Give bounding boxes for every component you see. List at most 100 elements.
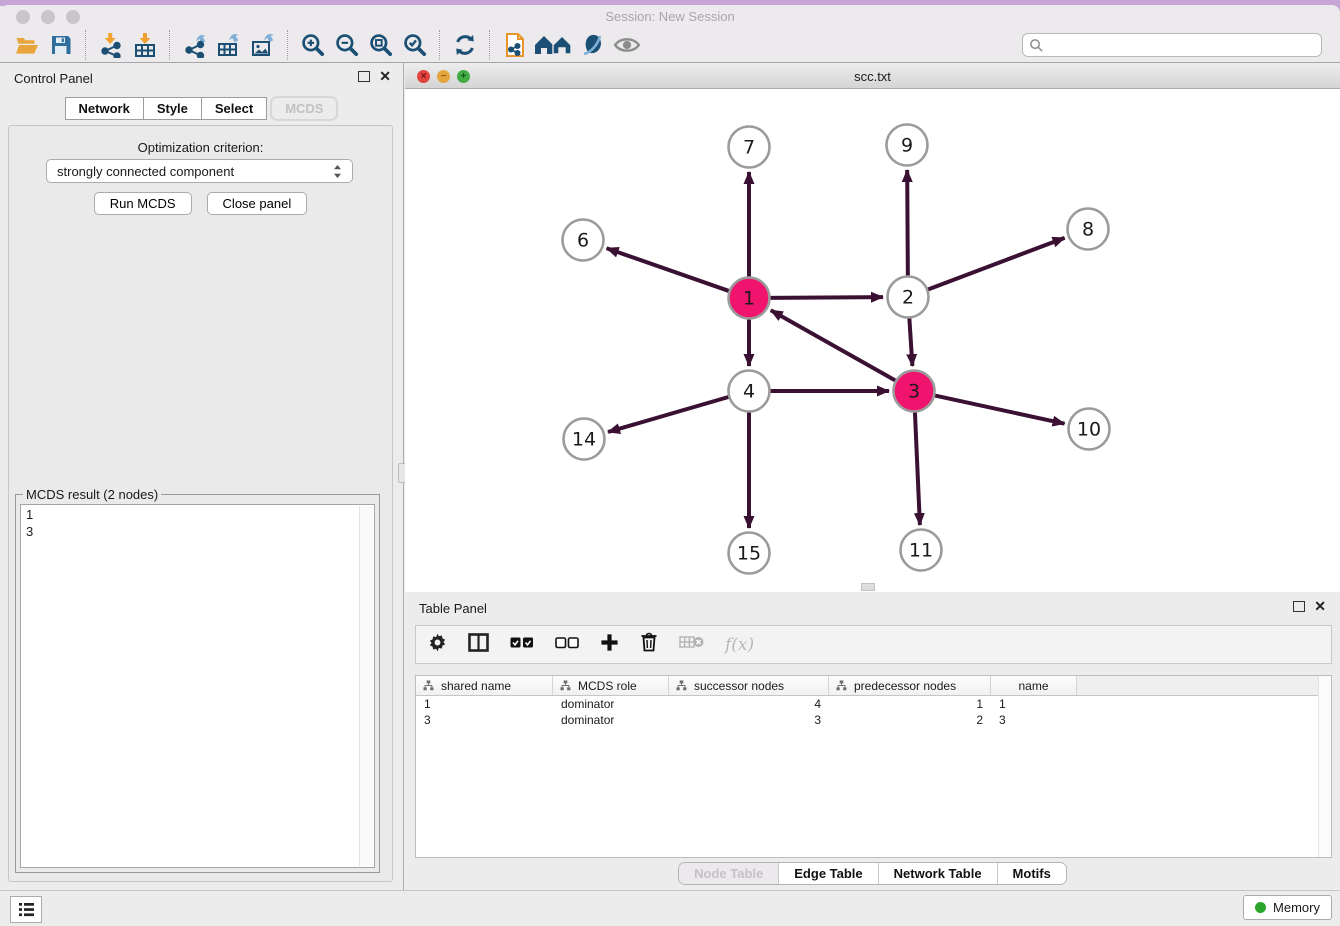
import-network-icon[interactable] — [94, 29, 128, 61]
table-cell[interactable]: 1 — [829, 697, 991, 711]
table-cell[interactable]: 3 — [669, 713, 829, 727]
minimize-window-icon[interactable] — [41, 10, 55, 24]
hide-details-icon[interactable] — [576, 29, 610, 61]
function-builder-icon[interactable]: f(x) — [725, 635, 754, 655]
table-tab-node-table[interactable]: Node Table — [679, 863, 778, 884]
graph-edge-2-8[interactable] — [928, 238, 1065, 290]
run-mcds-button[interactable]: Run MCDS — [94, 192, 192, 215]
zoom-selected-icon[interactable] — [398, 29, 432, 61]
open-file-icon[interactable] — [10, 29, 44, 61]
clone-network-icon[interactable] — [498, 29, 532, 61]
table-tab-motifs[interactable]: Motifs — [997, 863, 1066, 884]
column-header-name[interactable]: name — [991, 676, 1077, 695]
graph-edge-3-10[interactable] — [935, 395, 1065, 423]
svg-text:3: 3 — [908, 381, 920, 403]
graph-node-15[interactable]: 15 — [729, 533, 770, 574]
table-panel: Table Panel ✕ f(x) shared nameMCDS roles… — [405, 597, 1340, 890]
svg-text:2: 2 — [902, 287, 914, 309]
export-image-icon[interactable] — [246, 29, 280, 61]
zoom-window-icon[interactable] — [66, 10, 80, 24]
mcds-result-line: 1 — [26, 506, 369, 523]
close-panel-button[interactable]: Close panel — [207, 192, 308, 215]
select-all-columns-icon[interactable] — [510, 636, 534, 654]
graph-edge-3-11[interactable] — [915, 412, 920, 525]
graph-node-11[interactable]: 11 — [901, 530, 942, 571]
optimization-criterion-select[interactable]: strongly connected component — [46, 159, 353, 183]
graph-node-9[interactable]: 9 — [887, 125, 928, 166]
svg-text:11: 11 — [909, 540, 933, 562]
graph-node-3[interactable]: 3 — [894, 371, 935, 412]
graph-node-1[interactable]: 1 — [729, 278, 770, 319]
table-cell[interactable]: 1 — [991, 697, 1077, 711]
float-panel-icon[interactable] — [358, 71, 370, 82]
close-view-icon[interactable]: × — [417, 70, 430, 83]
float-table-panel-icon[interactable] — [1293, 601, 1305, 612]
maximize-view-icon[interactable]: + — [457, 70, 470, 83]
graph-node-8[interactable]: 8 — [1068, 209, 1109, 250]
control-tab-mcds[interactable]: MCDS — [270, 96, 338, 121]
graph-node-10[interactable]: 10 — [1069, 409, 1110, 450]
column-layout-icon[interactable] — [468, 633, 489, 657]
task-history-button[interactable] — [10, 896, 42, 923]
table-cell[interactable]: 3 — [416, 713, 553, 727]
network-canvas[interactable]: 7 9 6 8 1 2 4 3 14 10 15 11 — [405, 89, 1340, 592]
graph-edge-2-3[interactable] — [909, 318, 912, 366]
save-session-icon[interactable] — [44, 29, 78, 61]
eye-icon[interactable] — [610, 29, 644, 61]
table-cell[interactable]: 2 — [829, 713, 991, 727]
zoom-out-icon[interactable] — [330, 29, 364, 61]
graph-edge-2-9[interactable] — [907, 170, 908, 276]
home-icon[interactable] — [532, 29, 576, 61]
table-cell[interactable]: 3 — [991, 713, 1077, 727]
graph-edge-4-14[interactable] — [608, 397, 729, 432]
graph-node-7[interactable]: 7 — [729, 127, 770, 168]
delete-table-icon[interactable] — [679, 634, 704, 655]
graph-edge-3-1[interactable] — [771, 310, 896, 380]
search-field[interactable] — [1022, 33, 1322, 57]
graph-node-2[interactable]: 2 — [888, 277, 929, 318]
control-tab-select[interactable]: Select — [202, 97, 267, 120]
control-tab-network[interactable]: Network — [65, 97, 144, 120]
memory-button[interactable]: Memory — [1243, 895, 1332, 920]
delete-column-icon[interactable] — [640, 632, 658, 657]
refresh-icon[interactable] — [448, 29, 482, 61]
table-tab-edge-table[interactable]: Edge Table — [778, 863, 877, 884]
deselect-all-columns-icon[interactable] — [555, 636, 579, 654]
graph-node-6[interactable]: 6 — [563, 220, 604, 261]
table-scrollbar[interactable] — [1318, 676, 1331, 857]
graph-node-14[interactable]: 14 — [564, 419, 605, 460]
table-row[interactable]: 1dominator411 — [416, 696, 1331, 712]
zoom-fit-icon[interactable] — [364, 29, 398, 61]
canvas-scrollbar-handle[interactable] — [861, 583, 875, 591]
graph-edge-1-2[interactable] — [770, 297, 883, 298]
minimize-view-icon[interactable]: − — [437, 70, 450, 83]
table-cell[interactable]: 4 — [669, 697, 829, 711]
close-window-icon[interactable] — [16, 10, 30, 24]
node-table[interactable]: shared nameMCDS rolesuccessor nodesprede… — [415, 675, 1332, 858]
export-table-icon[interactable] — [212, 29, 246, 61]
add-column-icon[interactable] — [600, 633, 619, 657]
mcds-result-list[interactable]: 13 — [20, 504, 375, 868]
search-input[interactable] — [1048, 37, 1315, 54]
column-header-predecessor-nodes[interactable]: predecessor nodes — [829, 676, 991, 695]
column-header-shared-name[interactable]: shared name — [416, 676, 553, 695]
table-tab-network-table[interactable]: Network Table — [878, 863, 997, 884]
close-panel-icon[interactable]: ✕ — [379, 70, 391, 82]
graph-edge-1-6[interactable] — [607, 248, 730, 291]
zoom-in-icon[interactable] — [296, 29, 330, 61]
gear-icon[interactable] — [428, 633, 447, 657]
control-tab-style[interactable]: Style — [144, 97, 202, 120]
network-view-window: × − + scc.txt 7968124314101511 — [405, 65, 1340, 592]
graph-node-4[interactable]: 4 — [729, 371, 770, 412]
export-network-icon[interactable] — [178, 29, 212, 61]
import-table-icon[interactable] — [128, 29, 162, 61]
svg-text:8: 8 — [1082, 219, 1094, 241]
table-cell[interactable]: dominator — [553, 697, 669, 711]
column-header-mcds-role[interactable]: MCDS role — [553, 676, 669, 695]
table-row[interactable]: 3dominator323 — [416, 712, 1331, 728]
column-header-successor-nodes[interactable]: successor nodes — [669, 676, 829, 695]
close-table-panel-icon[interactable]: ✕ — [1314, 600, 1326, 612]
table-cell[interactable]: 1 — [416, 697, 553, 711]
result-scrollbar[interactable] — [359, 506, 373, 866]
table-cell[interactable]: dominator — [553, 713, 669, 727]
